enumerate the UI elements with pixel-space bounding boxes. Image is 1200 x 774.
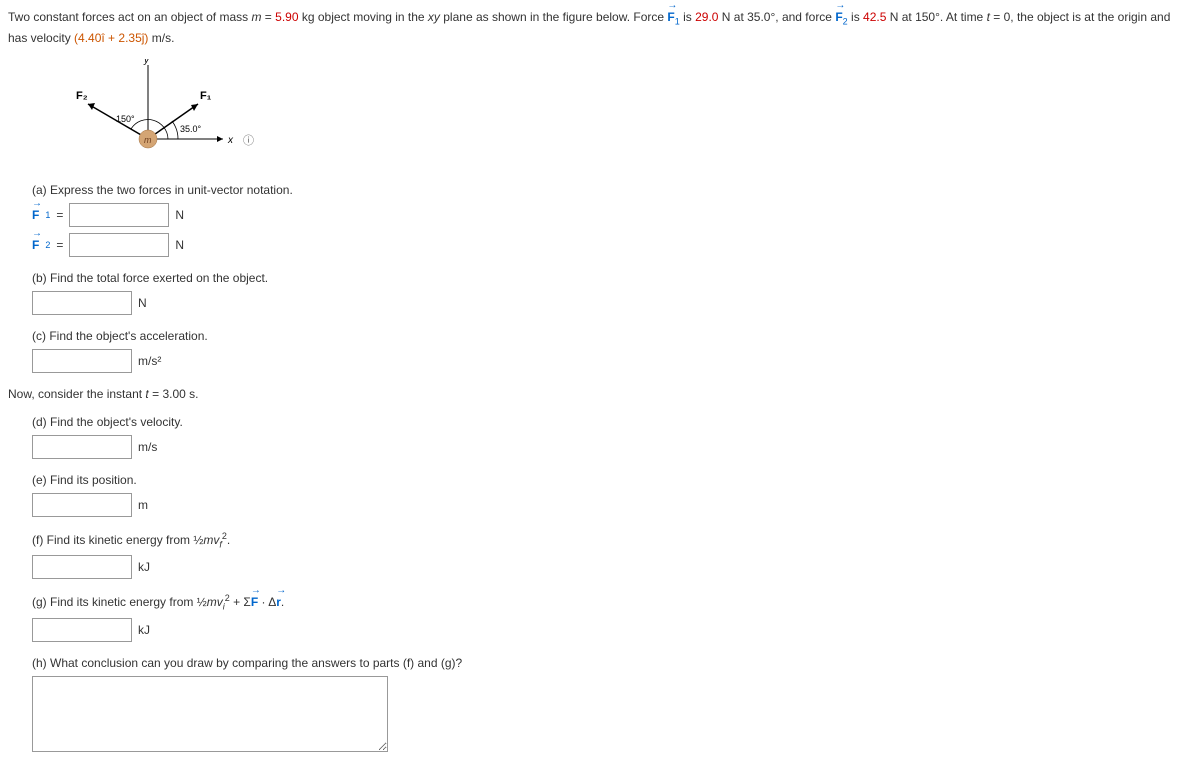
now-consider-text: Now, consider the instant t = 3.00 s. xyxy=(8,387,1192,401)
f1-unit: N xyxy=(175,208,184,222)
f1-vector-label: F xyxy=(32,208,39,222)
angle-150-label: 150° xyxy=(116,114,135,124)
conclusion-textarea[interactable] xyxy=(32,676,388,752)
part-e-label: (e) Find its position. xyxy=(32,473,1192,487)
part-c-unit: m/s² xyxy=(138,354,161,368)
y-axis-label: y xyxy=(143,59,150,66)
f1-label: F₁ xyxy=(200,90,212,102)
part-c-label: (c) Find the object's acceleration. xyxy=(32,329,1192,343)
part-e-unit: m xyxy=(138,498,148,512)
force-diagram: x y F₁ F₂ 35.0° 150° m ⓘ xyxy=(68,59,288,169)
acceleration-input[interactable] xyxy=(32,349,132,373)
x-axis-label: x xyxy=(227,135,234,146)
ke-g-input[interactable] xyxy=(32,618,132,642)
part-d-unit: m/s xyxy=(138,440,157,454)
total-force-input[interactable] xyxy=(32,291,132,315)
problem-statement: Two constant forces act on an object of … xyxy=(8,8,1192,47)
angle-35-label: 35.0° xyxy=(180,124,202,134)
part-d-label: (d) Find the object's velocity. xyxy=(32,415,1192,429)
info-icon: ⓘ xyxy=(243,134,254,147)
part-b-unit: N xyxy=(138,296,147,310)
mass-label: m xyxy=(144,135,152,145)
f2-input[interactable] xyxy=(69,233,169,257)
part-f-unit: kJ xyxy=(138,560,150,574)
equals-sign: = xyxy=(56,208,63,222)
part-f-label: (f) Find its kinetic energy from ½mvf2. xyxy=(32,531,1192,549)
ke-f-input[interactable] xyxy=(32,555,132,579)
part-g-label: (g) Find its kinetic energy from ½mvi2 +… xyxy=(32,593,1192,611)
f2-vector-label: F xyxy=(32,238,39,252)
part-b-label: (b) Find the total force exerted on the … xyxy=(32,271,1192,285)
position-input[interactable] xyxy=(32,493,132,517)
f2-label: F₂ xyxy=(76,90,88,102)
f2-unit: N xyxy=(175,238,184,252)
equals-sign: = xyxy=(56,238,63,252)
f1-input[interactable] xyxy=(69,203,169,227)
part-a-label: (a) Express the two forces in unit-vecto… xyxy=(32,183,1192,197)
part-g-unit: kJ xyxy=(138,623,150,637)
part-h-label: (h) What conclusion can you draw by comp… xyxy=(32,656,1192,670)
velocity-input[interactable] xyxy=(32,435,132,459)
